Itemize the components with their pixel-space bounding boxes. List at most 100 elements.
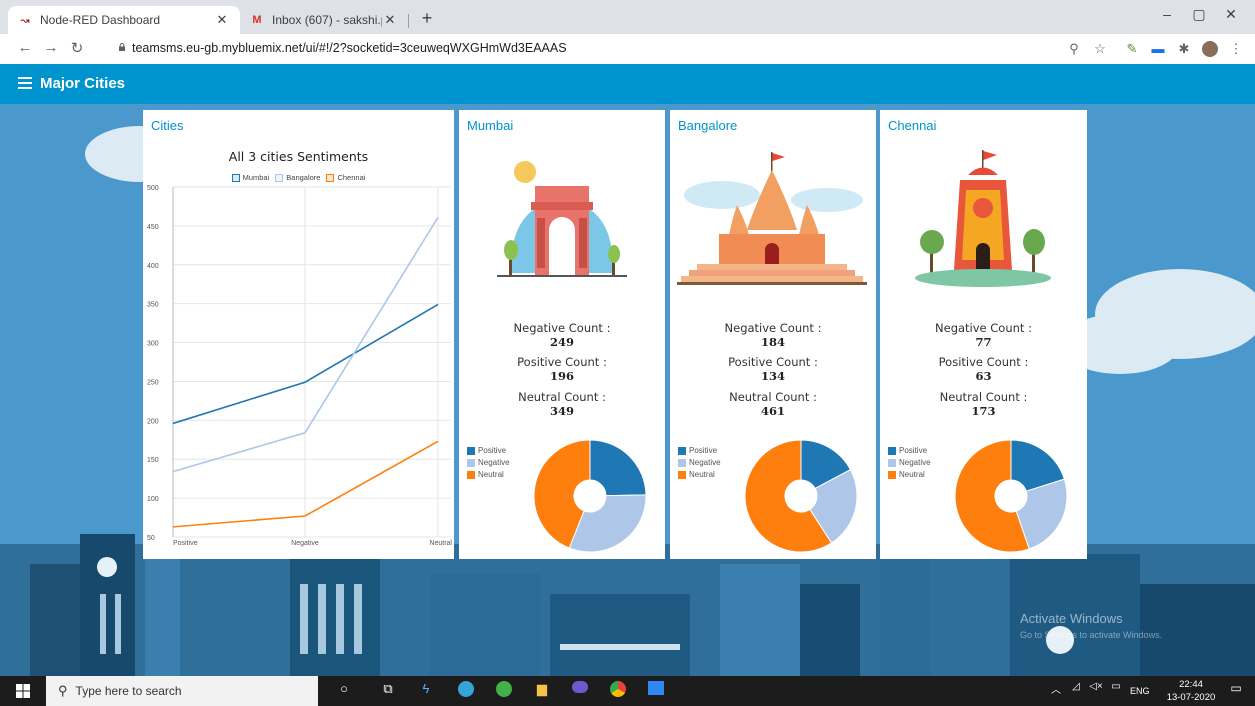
positive-count-label: Positive Count : bbox=[728, 355, 818, 369]
close-icon[interactable]: ✕ bbox=[382, 12, 398, 28]
card-title: Cities bbox=[151, 118, 184, 133]
legend-item-positive[interactable]: Positive bbox=[678, 446, 717, 455]
notifications-icon[interactable]: ▭ bbox=[1226, 681, 1246, 701]
language-indicator[interactable]: ENG bbox=[1130, 686, 1150, 696]
legend-item-neutral[interactable]: Neutral bbox=[888, 470, 925, 479]
zoom-icon[interactable]: ⚲ bbox=[1066, 41, 1082, 57]
legend-label: Bangalore bbox=[286, 173, 321, 182]
y-tick-label: 50 bbox=[147, 535, 155, 542]
volume-icon[interactable]: ◁× bbox=[1086, 681, 1106, 701]
taskbar-search-input[interactable]: ⚲ Type here to search bbox=[46, 676, 318, 706]
legend-label: Negative bbox=[478, 458, 510, 467]
legend-item-positive[interactable]: Positive bbox=[888, 446, 927, 455]
y-tick-label: 250 bbox=[147, 379, 159, 386]
app-pill-icon[interactable] bbox=[570, 681, 590, 701]
maximize-button[interactable]: ▢ bbox=[1184, 6, 1214, 23]
legend-label: Neutral bbox=[899, 470, 925, 479]
chrome-icon[interactable] bbox=[608, 681, 628, 701]
back-button[interactable]: ← bbox=[16, 39, 34, 56]
tab-gmail-inbox[interactable]: M Inbox (607) - sakshi.pophale@cu ✕ bbox=[240, 6, 408, 34]
clock-date[interactable]: 13-07-2020 bbox=[1156, 692, 1226, 703]
page-title: Major Cities bbox=[40, 75, 126, 92]
close-window-button[interactable]: ✕ bbox=[1216, 6, 1246, 23]
negative-count-value: 77 bbox=[975, 335, 992, 349]
neutral-count-value: 461 bbox=[760, 404, 785, 418]
network-icon[interactable]: ◿ bbox=[1066, 681, 1086, 701]
legend-item-positive[interactable]: Positive bbox=[467, 446, 506, 455]
legend-item-negative[interactable]: Negative bbox=[888, 458, 931, 467]
legend-item-neutral[interactable]: Neutral bbox=[678, 470, 715, 479]
card-title: Mumbai bbox=[467, 118, 514, 133]
reload-button[interactable]: ↻ bbox=[68, 39, 86, 57]
positive-count-label: Positive Count : bbox=[517, 355, 607, 369]
cortana-icon[interactable]: ○ bbox=[334, 681, 354, 701]
activate-windows-watermark: Activate Windows bbox=[1020, 611, 1123, 626]
legend-swatch bbox=[888, 446, 896, 455]
legend-item-negative[interactable]: Negative bbox=[678, 458, 721, 467]
pie-slice-positive[interactable] bbox=[589, 439, 647, 497]
legend-label: Mumbai bbox=[242, 173, 270, 182]
legend-item-bangalore[interactable]: Bangalore bbox=[275, 173, 320, 182]
negative-count-value: 184 bbox=[760, 335, 785, 349]
x-tick-label: Negative bbox=[291, 540, 319, 547]
y-tick-label: 350 bbox=[147, 302, 159, 309]
y-tick-label: 200 bbox=[147, 418, 159, 425]
photos-icon[interactable] bbox=[646, 681, 666, 701]
legend-swatch bbox=[888, 458, 896, 467]
negative-count-value: 249 bbox=[549, 335, 574, 349]
tab-node-red-dashboard[interactable]: ↝ Node-RED Dashboard ✕ bbox=[8, 6, 240, 34]
windows-taskbar: ⚲ Type here to search ○ ⧉ ϟ ▆ ︿ ◿ ◁× ▭ E… bbox=[0, 676, 1255, 706]
legend-item-mumbai[interactable]: Mumbai bbox=[231, 173, 270, 182]
puzzle-extensions-icon[interactable]: ✱ bbox=[1176, 41, 1192, 57]
y-tick-label: 300 bbox=[147, 341, 159, 348]
browser-tab-strip: ↝ Node-RED Dashboard ✕ M Inbox (607) - s… bbox=[0, 0, 1255, 34]
gmail-icon: M bbox=[252, 14, 262, 26]
system-tray-chevron-icon[interactable]: ︿ bbox=[1046, 681, 1066, 701]
bookmark-star-icon[interactable]: ☆ bbox=[1092, 41, 1108, 57]
legend-swatch bbox=[888, 470, 896, 479]
legend-swatch bbox=[467, 470, 475, 479]
battery-icon[interactable]: ▭ bbox=[1106, 681, 1126, 701]
chat-extension-icon[interactable]: ▬ bbox=[1150, 41, 1166, 57]
legend-label: Negative bbox=[899, 458, 931, 467]
neutral-count-label: Neutral Count : bbox=[939, 390, 1028, 404]
minimize-button[interactable]: – bbox=[1152, 6, 1182, 22]
y-tick-label: 100 bbox=[147, 496, 159, 503]
hamburger-menu-icon[interactable] bbox=[18, 77, 32, 89]
negative-count-label: Negative Count : bbox=[935, 321, 1032, 335]
y-tick-label: 150 bbox=[147, 457, 159, 464]
address-bar[interactable]: teamsms.eu-gb.mybluemix.net/ui/#!/2?sock… bbox=[132, 41, 567, 55]
app-lightning-icon[interactable]: ϟ bbox=[416, 681, 436, 701]
chennai-sentiment-pie bbox=[954, 439, 1068, 553]
forward-button[interactable]: → bbox=[42, 39, 60, 56]
pie-slice-negative[interactable] bbox=[568, 494, 647, 553]
clock-time[interactable]: 22:44 bbox=[1166, 679, 1216, 690]
tab-title: Node-RED Dashboard bbox=[40, 13, 161, 27]
dashboard-header: Major Cities bbox=[0, 64, 1255, 104]
search-placeholder: Type here to search bbox=[75, 684, 182, 698]
y-tick-label: 400 bbox=[147, 263, 159, 270]
new-tab-button[interactable]: + bbox=[416, 8, 438, 29]
windows-start-icon[interactable] bbox=[16, 684, 30, 698]
legend-label: Neutral bbox=[478, 470, 504, 479]
legend-label: Positive bbox=[478, 446, 507, 455]
close-icon[interactable]: ✕ bbox=[214, 12, 230, 28]
tab-title: Inbox (607) - sakshi.pophale@cu bbox=[272, 13, 382, 27]
edge-browser-icon[interactable] bbox=[456, 681, 476, 701]
mumbai-sentiment-pie bbox=[533, 439, 647, 553]
legend-item-chennai[interactable]: Chennai bbox=[326, 173, 365, 182]
legend-label: Chennai bbox=[337, 173, 366, 182]
task-view-icon[interactable]: ⧉ bbox=[378, 681, 398, 701]
negative-count-label: Negative Count : bbox=[513, 321, 611, 335]
legend-label: Neutral bbox=[689, 470, 715, 479]
menu-kebab-icon[interactable]: ⋮ bbox=[1228, 41, 1244, 57]
x-tick-label: Neutral bbox=[429, 540, 452, 547]
legend-item-neutral[interactable]: Neutral bbox=[467, 470, 504, 479]
file-explorer-icon[interactable]: ▆ bbox=[532, 681, 552, 701]
profile-avatar[interactable] bbox=[1202, 41, 1218, 57]
lock-icon bbox=[119, 43, 125, 51]
legend-item-negative[interactable]: Negative bbox=[467, 458, 510, 467]
extension-icon[interactable]: ✎ bbox=[1124, 41, 1140, 57]
anaconda-icon[interactable] bbox=[494, 681, 514, 701]
neutral-count-value: 349 bbox=[549, 404, 574, 418]
